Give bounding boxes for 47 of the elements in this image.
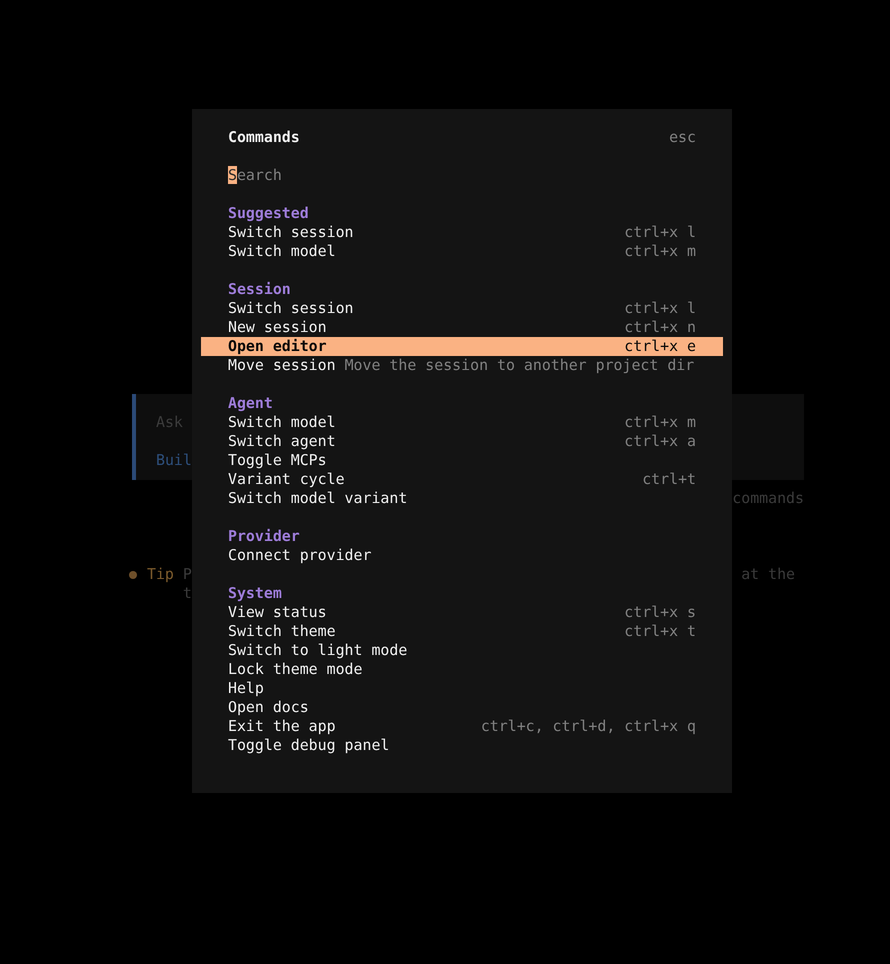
command-item[interactable]: Toggle MCPs [201,451,723,470]
tip-label: Tip [147,565,174,583]
key-shortcut: ctrl+x t [624,622,696,641]
tip-text: at the [741,565,795,583]
key-shortcut: ctrl+x m [624,242,696,261]
command-item[interactable]: Variant cycle ctrl+t [201,470,723,489]
esc-key-hint: esc [669,128,696,147]
key-shortcut: ctrl+x l [624,299,696,318]
command-item[interactable]: View status ctrl+x s [201,603,723,622]
section-heading: Session [227,280,292,299]
section-heading: Provider [227,527,301,546]
command-item[interactable]: Toggle debug panel [201,736,723,755]
key-shortcut: ctrl+x a [624,432,696,451]
command-item[interactable]: Switch session ctrl+x l [201,299,723,318]
command-item[interactable]: Move session Move the session to another project dir [201,356,723,375]
hint-text: commands [732,489,804,508]
command-item[interactable]: Open editor ctrl+x e [201,337,723,356]
command-item[interactable]: Help [201,679,723,698]
command-item[interactable]: Lock theme mode [201,660,723,679]
key-shortcut: ctrl+x e [624,337,696,356]
command-item[interactable]: Switch to light mode [201,641,723,660]
tip-text: t [182,584,192,603]
command-description: Move the session to another project dir [344,356,694,375]
command-item[interactable]: Connect provider [201,546,723,565]
tip-text: P [182,565,192,584]
command-item[interactable]: Open docs [201,698,723,717]
command-item[interactable]: Switch theme ctrl+x t [201,622,723,641]
bullet-dot-icon [129,571,137,579]
key-shortcut: ctrl+t [642,470,696,489]
dialog-title: Commands [228,128,300,147]
section-heading: Suggested [227,204,310,223]
key-shortcut: ctrl+x m [624,413,696,432]
command-item[interactable]: Switch session ctrl+x l [201,223,723,242]
command-item[interactable]: Switch model ctrl+x m [201,242,723,261]
agent-label: Buil [156,451,192,469]
command-item[interactable]: Switch model ctrl+x m [201,413,723,432]
command-item[interactable]: Exit the app ctrl+c, ctrl+d, ctrl+x q [201,717,723,736]
key-shortcut: ctrl+x l [624,223,696,242]
command-item[interactable]: New session ctrl+x n [201,318,723,337]
section-heading: Agent [227,394,274,413]
section-heading: System [227,584,283,603]
key-shortcut: ctrl+c, ctrl+d, ctrl+x q [480,717,696,736]
command-item[interactable]: Switch model variant [201,489,723,508]
key-shortcut: ctrl+x s [624,603,696,622]
key-shortcut: ctrl+x n [624,318,696,337]
search-field[interactable]: Search [228,166,696,185]
command-item[interactable]: Switch agent ctrl+x a [201,432,723,451]
